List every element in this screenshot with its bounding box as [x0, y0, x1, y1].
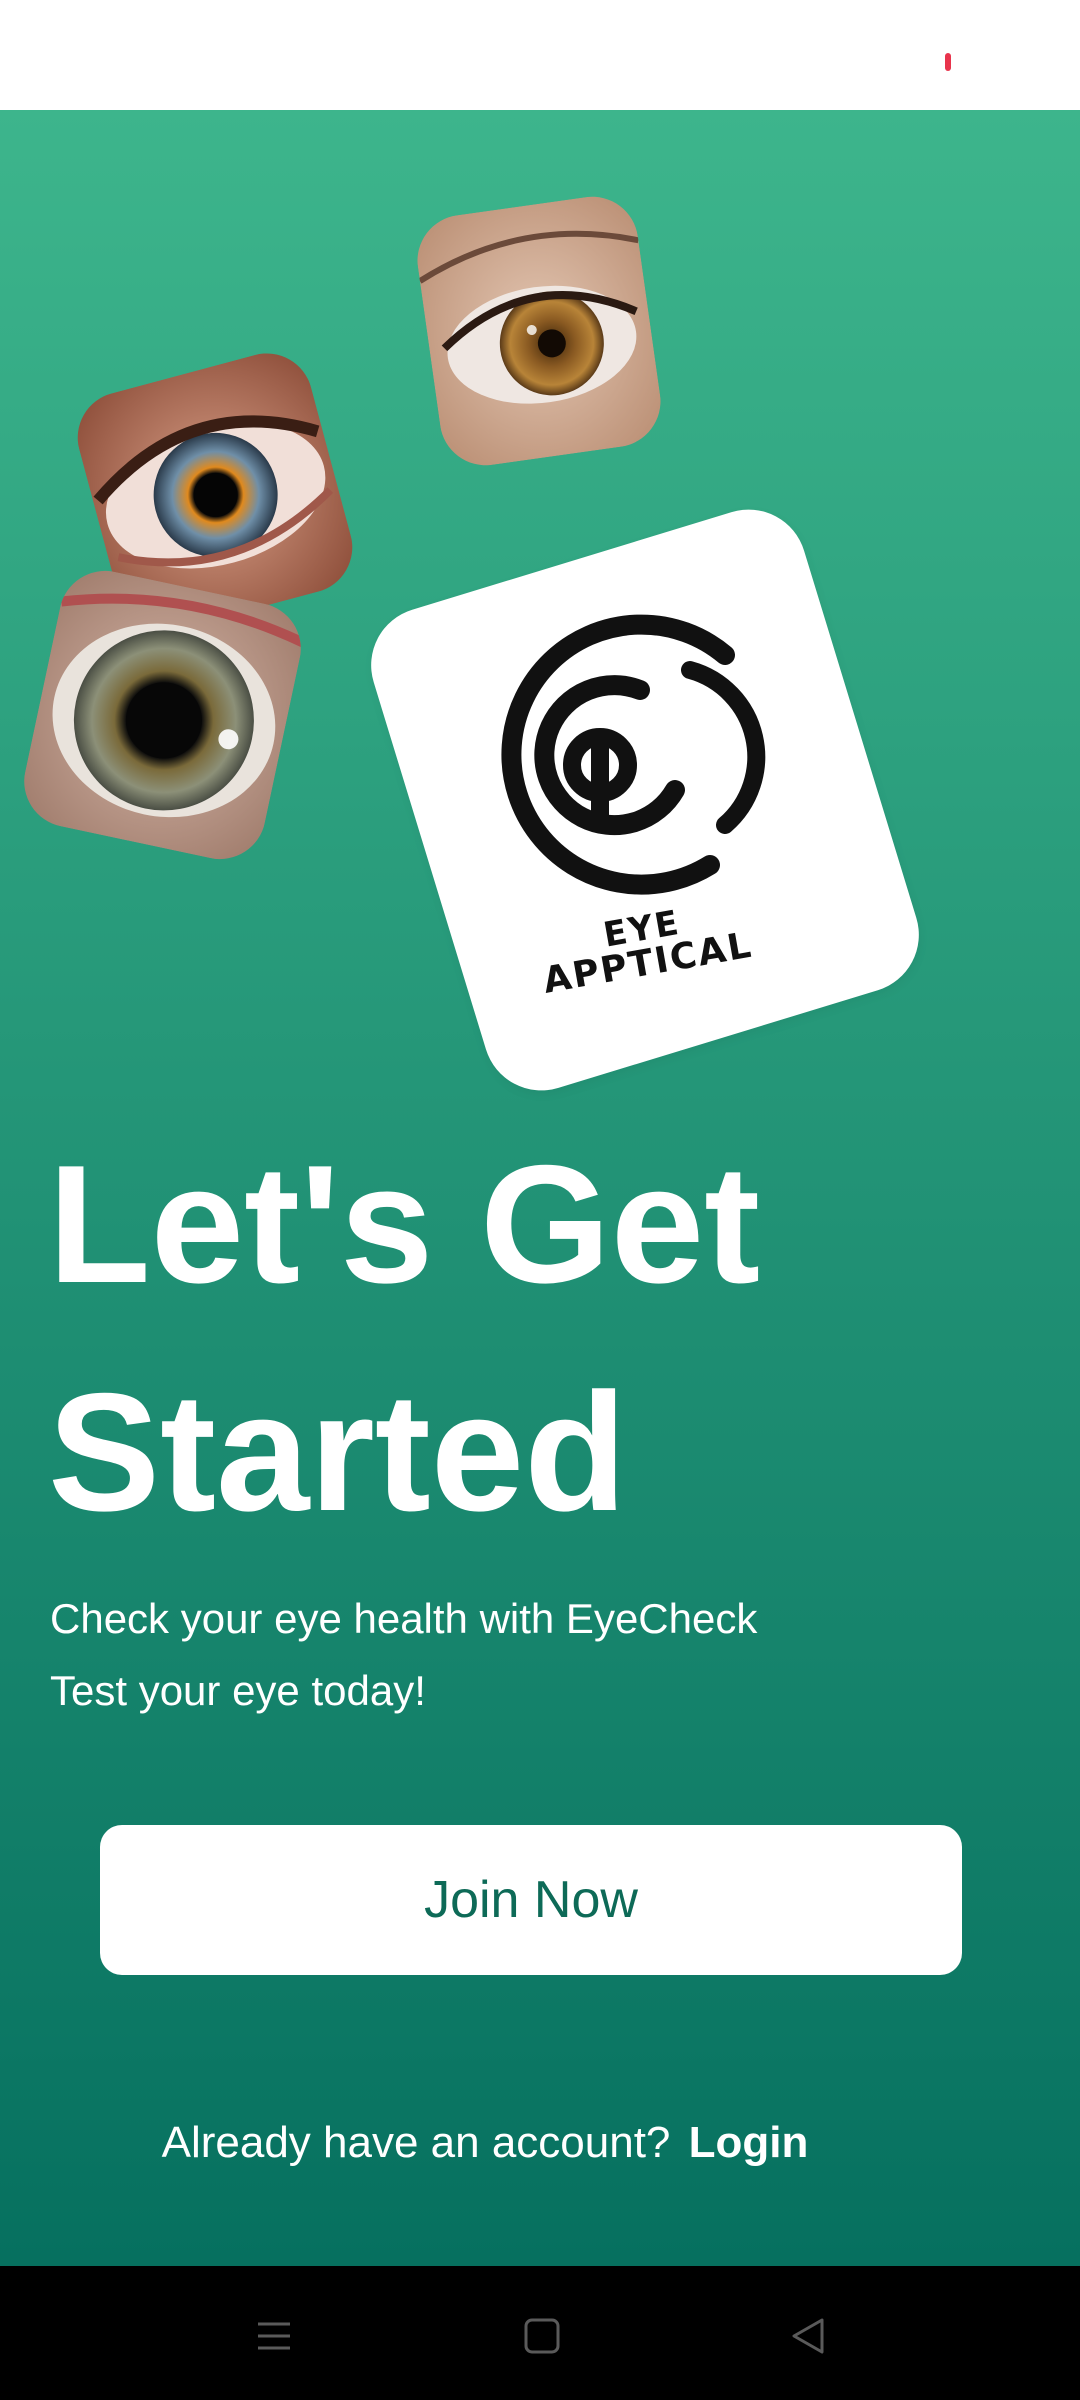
subtitle-text: Check your eye health with EyeCheck Test… — [50, 1583, 1030, 1727]
title-line-2: Started — [48, 1358, 627, 1546]
status-indicator-icon — [945, 53, 951, 71]
title-line-1: Let's Get — [48, 1130, 761, 1318]
subtitle-line-1: Check your eye health with EyeCheck — [50, 1595, 758, 1642]
eye-apptical-logo: EYE APPTICAL — [475, 600, 795, 1002]
brown-eye-photo — [411, 190, 667, 472]
login-prompt-text: Already have an account? — [161, 2118, 671, 2167]
app-logo-card: EYE APPTICAL — [356, 495, 934, 1105]
back-triangle-icon[interactable] — [768, 2296, 848, 2376]
grey-green-eye-photo — [15, 562, 310, 868]
menu-icon[interactable] — [234, 2296, 314, 2376]
system-navigation-bar — [0, 2266, 1080, 2400]
subtitle-line-2: Test your eye today! — [50, 1667, 426, 1714]
login-link[interactable]: Login — [689, 2118, 809, 2167]
login-prompt: Already have an account? Login — [0, 2113, 970, 2173]
home-square-icon[interactable] — [502, 2296, 582, 2376]
status-bar — [0, 0, 1080, 110]
eye-logo-icon — [501, 614, 766, 895]
page-title: Let's Get Started — [48, 1110, 1028, 1566]
join-now-button[interactable]: Join Now — [100, 1825, 962, 1975]
